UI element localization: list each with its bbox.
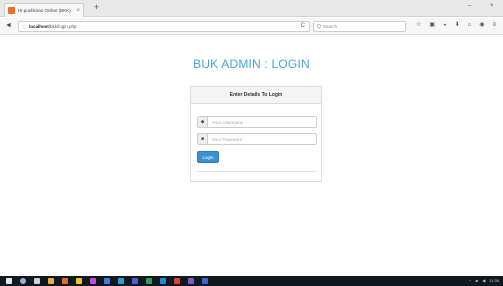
reading-list-icon[interactable]: ▣ — [429, 22, 435, 28]
tab-title: Hr.pushkiran Online (BKK) — [18, 8, 71, 13]
new-tab-button[interactable]: + — [94, 3, 99, 12]
edge-icon[interactable] — [118, 278, 124, 284]
page-title: BUK ADMIN : LOGIN — [193, 57, 310, 71]
panel-title: Enter Details To Login — [229, 92, 283, 98]
url-text: localhost/bkk/login.php — [29, 24, 77, 29]
search-placeholder: Search — [322, 24, 338, 29]
app4-icon[interactable] — [202, 278, 208, 284]
info-icon: ⓘ — [22, 23, 26, 29]
browser-tabbar: Hr.pushkiran Online (BKK) × + – × — [0, 0, 503, 17]
reload-icon[interactable]: C — [301, 23, 305, 29]
network-icon[interactable]: ▰ — [475, 278, 478, 284]
word-icon[interactable] — [104, 278, 110, 284]
back-arrow-icon[interactable]: ◄ — [5, 22, 12, 29]
volume-icon[interactable]: ◀ — [482, 278, 485, 284]
ie-icon[interactable] — [160, 278, 166, 284]
password-input[interactable] — [208, 134, 316, 144]
favicon-icon — [8, 7, 15, 14]
username-field: ◆ — [197, 116, 317, 128]
task-view-icon[interactable] — [34, 278, 40, 284]
menu-icon[interactable]: ≡ — [493, 22, 497, 28]
bookmark-star-icon[interactable]: ☆ — [416, 22, 421, 28]
download-icon[interactable]: ⬇ — [455, 22, 460, 28]
divider — [197, 171, 317, 172]
tray-chevron-icon[interactable]: ^ — [469, 278, 471, 284]
pocket-icon[interactable]: ◒ — [443, 22, 447, 28]
address-bar[interactable]: ⓘ localhost/bkk/login.php C — [18, 21, 310, 32]
window-close-button[interactable]: × — [490, 3, 494, 9]
browser-navbar: ◄ ⓘ localhost/bkk/login.php C Q Search ☆… — [0, 18, 503, 35]
folder-icon[interactable] — [76, 278, 82, 284]
username-input[interactable] — [208, 117, 316, 127]
login-button[interactable]: Login — [197, 151, 219, 163]
clock[interactable]: 11:36 — [489, 278, 499, 284]
shield-icon[interactable]: ◉ — [479, 22, 484, 28]
file-explorer-icon[interactable] — [48, 278, 54, 284]
os-taskbar: ^ ▰ ◀ 11:36 — [0, 276, 503, 286]
store-icon[interactable] — [132, 278, 138, 284]
system-tray: ^ ▰ ◀ 11:36 — [469, 278, 499, 284]
app3-icon[interactable] — [188, 278, 194, 284]
login-panel: Enter Details To Login ◆ ■ Login — [190, 86, 322, 182]
panel-heading: Enter Details To Login — [191, 87, 321, 104]
excel-icon[interactable] — [146, 278, 152, 284]
start-icon[interactable] — [6, 278, 12, 284]
tag-icon: ◆ — [198, 117, 208, 127]
minimize-button[interactable]: – — [468, 3, 471, 9]
tab-close-icon[interactable]: × — [76, 8, 80, 14]
app-icon[interactable] — [90, 278, 96, 284]
search-input[interactable]: Q Search — [313, 21, 406, 32]
toolbar-icons: ☆ ▣ ◒ ⬇ ⌂ ◉ ≡ — [416, 22, 496, 28]
home-icon[interactable]: ⌂ — [468, 22, 472, 28]
search-icon: Q — [317, 23, 321, 30]
browser-tab[interactable]: Hr.pushkiran Online (BKK) × — [4, 3, 84, 17]
lock-icon: ■ — [198, 134, 208, 144]
password-field: ■ — [197, 133, 317, 145]
search-taskbar-icon[interactable] — [20, 278, 26, 284]
firefox-icon[interactable] — [62, 278, 68, 284]
app2-icon[interactable] — [174, 278, 180, 284]
